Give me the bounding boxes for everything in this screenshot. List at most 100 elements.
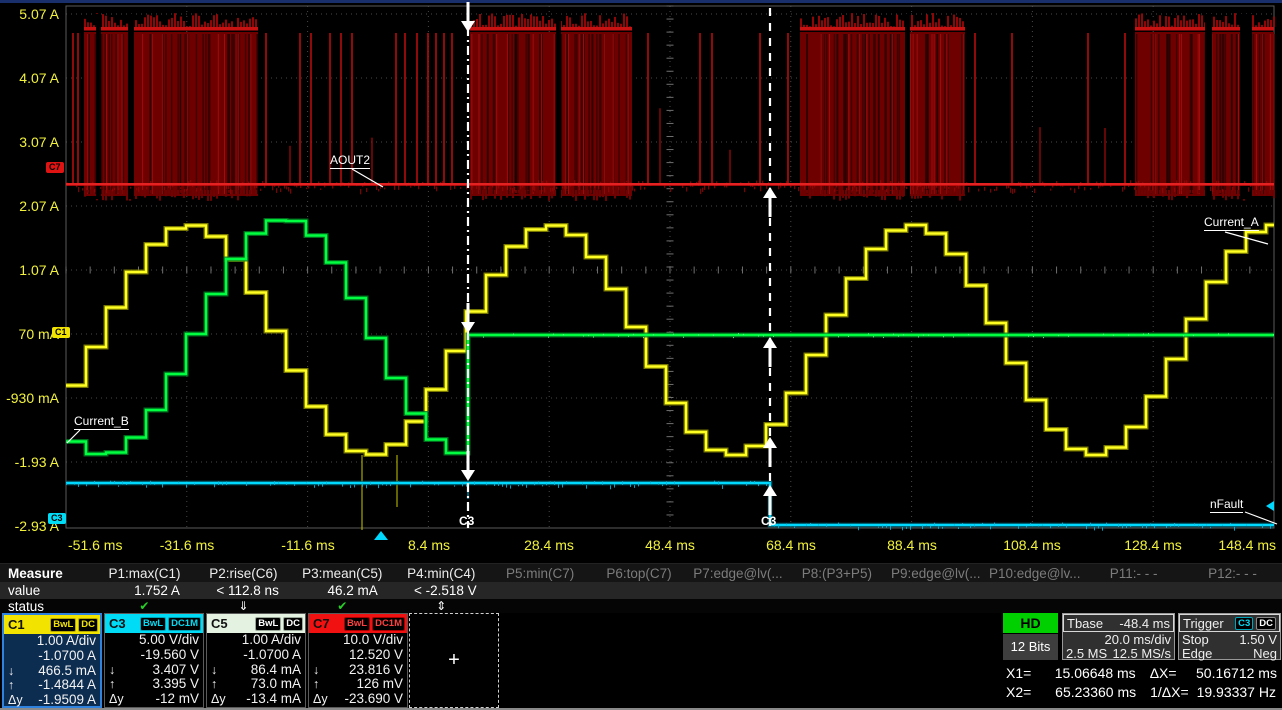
timebase-delay: -48.4 ms <box>1119 616 1170 631</box>
c1-delta-value: -1.9509 A <box>38 693 96 708</box>
x-axis-label: 108.4 ms <box>1003 537 1061 553</box>
cursor-up-icon: ↑ <box>8 678 14 693</box>
measure-p2-label[interactable]: P2:rise(C6) <box>194 566 293 581</box>
waveform-plot <box>0 0 1282 560</box>
measure-p6-label[interactable]: P6:top(C7) <box>590 566 689 581</box>
trigger-level: 1.50 V <box>1239 632 1277 647</box>
cursor1-source-tag[interactable]: C3 <box>459 514 474 528</box>
measure-p4-label[interactable]: P4:min(C4) <box>392 566 491 581</box>
trace-label-current-b: Current_B <box>74 415 129 430</box>
x-axis-label: 48.4 ms <box>645 537 695 553</box>
c7-coupling-badge: DC1M <box>372 617 405 631</box>
c3-position-marker[interactable]: C3 <box>48 513 66 524</box>
measure-p12-label[interactable]: P12:- - - <box>1183 566 1282 581</box>
c1-label: C1 <box>6 617 25 632</box>
measure-p3-status: ✔ <box>293 600 392 613</box>
hd-badge: HD <box>1003 613 1058 633</box>
cursor2-source-tag[interactable]: C3 <box>761 514 776 528</box>
channel-descriptor-c5[interactable]: C5 BwL DC 1.00 A/div -1.0700 A ↓86.4 mA … <box>206 613 306 708</box>
measure-p5-label[interactable]: P5:min(C7) <box>491 566 590 581</box>
x-axis-label: 28.4 ms <box>524 537 574 553</box>
trigger-mode: Stop <box>1182 632 1209 647</box>
measure-p4-value: < -2.518 V <box>392 583 491 598</box>
measure-p7-label[interactable]: P7:edge@lv(... <box>688 566 787 581</box>
c3-bandwidth-badge: BwL <box>140 617 166 631</box>
x1-key: X1= <box>1006 664 1039 683</box>
x-axis-label: 148.4 ms <box>1218 537 1276 553</box>
c3-label: C3 <box>107 616 126 631</box>
delta-y-icon: Δy <box>313 692 328 707</box>
c5-bandwidth-badge: BwL <box>255 617 281 631</box>
trigger-box[interactable]: Trigger C3 DC Stop 1.50 V Edge Neg <box>1178 613 1281 660</box>
timebase-box[interactable]: Tbase -48.4 ms 20.0 ms/div 2.5 MS 12.5 M… <box>1062 613 1175 660</box>
c1-coupling-badge: DC <box>78 618 98 632</box>
cursor-down-icon: ↓ <box>313 663 319 678</box>
add-descriptor-placeholder[interactable]: + <box>409 613 499 708</box>
c5-cursor1-value: 86.4 mA <box>251 663 301 678</box>
hd-bits: 12 Bits <box>1003 634 1058 660</box>
c5-label: C5 <box>209 616 228 631</box>
x2-value: 65.23360 ms <box>1039 683 1150 702</box>
measure-p9-label[interactable]: P9:edge@lv(... <box>886 566 985 581</box>
c1-position-marker[interactable]: C1 <box>52 327 70 338</box>
trigger-slope: Neg <box>1253 646 1277 661</box>
c1-bandwidth-badge: BwL <box>50 618 76 632</box>
channel-descriptor-c7[interactable]: C7 BwL DC1M 10.0 V/div 12.520 V ↓ 23.816 … <box>308 613 408 708</box>
measure-p8-label[interactable]: P8:(P3+P5) <box>787 566 886 581</box>
channel-descriptor-c1[interactable]: C1 BwL DC 1.00 A/div -1.0700 A ↓466.5 mA… <box>2 613 102 708</box>
trigger-title: Trigger <box>1183 616 1224 631</box>
delta-y-icon: Δy <box>8 693 23 708</box>
c7-scale: 10.0 V/div <box>343 633 403 648</box>
cursor-down-icon: ↓ <box>211 663 217 678</box>
c5-delta-value: -13.4 mA <box>246 692 301 707</box>
delta-y-icon: Δy <box>109 692 124 707</box>
x2-key: X2= <box>1006 683 1039 702</box>
timebase-rate: 12.5 MS/s <box>1112 646 1171 661</box>
measure-p11-label[interactable]: P11:- - - <box>1084 566 1183 581</box>
measure-p2-value: < 112.8 ns <box>194 583 293 598</box>
measure-value-row: value 1.752 A < 112.8 ns 46.2 mA < -2.51… <box>0 582 1282 599</box>
hd-mode-box[interactable]: HD 12 Bits <box>1003 613 1058 660</box>
c7-delta-value: -23.690 V <box>344 692 403 707</box>
c1-scale: 1.00 A/div <box>37 634 96 649</box>
y-axis-label: 1.07 A <box>0 263 59 277</box>
c3-coupling-badge: DC1M <box>168 617 201 631</box>
x-axis-label: 88.4 ms <box>887 537 937 553</box>
trace-label-nfault: nFault <box>1210 498 1243 513</box>
c5-cursor2-value: 73.0 mA <box>251 677 301 692</box>
measure-p1-status: ✔ <box>95 600 194 613</box>
measure-p3-label[interactable]: P3:mean(C5) <box>293 566 392 581</box>
measure-p10-label[interactable]: P10:edge@lv... <box>985 566 1084 581</box>
x1-value: 15.06648 ms <box>1039 664 1149 683</box>
measure-status-row: status ✔ ⇓ ✔ ⇕ <box>0 599 1282 613</box>
c7-cursor1-value: 23.816 V <box>349 663 403 678</box>
c3-cursor2-value: 3.395 V <box>152 677 199 692</box>
c3-scale: 5.00 V/div <box>139 633 199 648</box>
cursor-up-icon: ↑ <box>109 677 115 692</box>
fx-key: 1/ΔX= <box>1150 683 1196 702</box>
c5-offset: -1.0700 A <box>243 648 301 663</box>
c3-cursor1-value: 3.407 V <box>152 663 199 678</box>
measure-row-title: Measure <box>0 566 95 581</box>
y-axis-label: 3.07 A <box>0 135 59 149</box>
measure-p2-status: ⇓ <box>194 600 293 613</box>
c7-label: C7 <box>311 616 330 631</box>
y-axis-label: -1.93 A <box>0 455 59 469</box>
c7-offset: 12.520 V <box>349 648 403 663</box>
timebase-title: Tbase <box>1067 616 1103 631</box>
measure-p1-value: 1.752 A <box>95 583 194 598</box>
trigger-coupling-badge: DC <box>1256 617 1276 630</box>
x-axis-label: 68.4 ms <box>766 537 816 553</box>
measure-p4-status: ⇕ <box>392 600 491 613</box>
channel-descriptor-c3[interactable]: C3 BwL DC1M 5.00 V/div -19.560 V ↓3.407 … <box>104 613 204 708</box>
c1-offset: -1.0700 A <box>38 649 96 664</box>
c1-cursor2-value: -1.4844 A <box>38 678 96 693</box>
c3-offset: -19.560 V <box>140 648 199 663</box>
c7-position-marker[interactable]: C7 <box>46 162 64 173</box>
trigger-type: Edge <box>1182 646 1212 661</box>
c7-bandwidth-badge: BwL <box>344 617 370 631</box>
timebase-scale: 20.0 ms/div <box>1105 632 1171 647</box>
measure-p1-label[interactable]: P1:max(C1) <box>95 566 194 581</box>
y-axis-label: -930 mA <box>0 391 59 405</box>
c7-cursor2-value: 126 mV <box>356 677 403 692</box>
